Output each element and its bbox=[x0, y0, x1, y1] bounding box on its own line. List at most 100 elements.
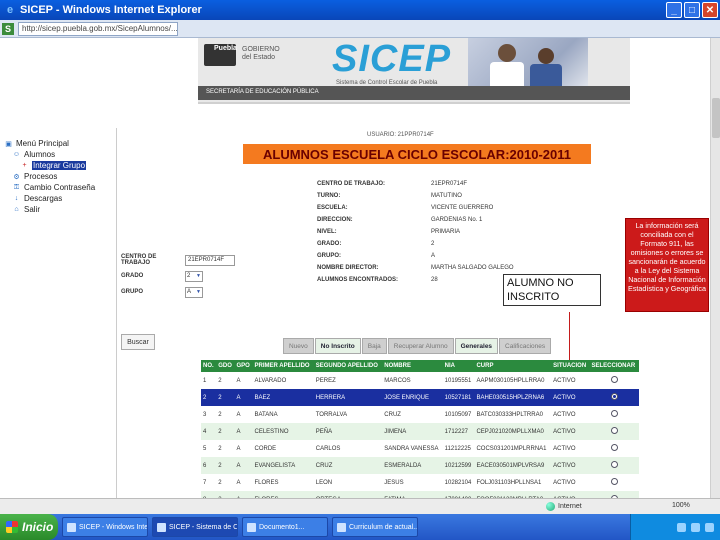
start-button[interactable]: Inicio bbox=[0, 514, 58, 540]
table-cell: FLORES bbox=[252, 474, 314, 491]
table-cell: MARCOS bbox=[382, 372, 443, 389]
zoom-control[interactable]: 100% bbox=[672, 502, 690, 509]
table-cell: ACTIVO bbox=[551, 474, 590, 491]
select-cell bbox=[589, 440, 639, 457]
select-radio[interactable] bbox=[610, 410, 618, 417]
secretaria-strip: SECRETARÍA DE EDUCACIÓN PÚBLICA bbox=[198, 86, 630, 100]
table-cell: A bbox=[234, 406, 253, 423]
select-radio[interactable] bbox=[610, 376, 618, 383]
table-cell: 10105097 bbox=[442, 406, 475, 423]
table-cell: HERRERA bbox=[313, 389, 383, 406]
zone-indicator: Internet bbox=[546, 502, 582, 511]
select-radio[interactable] bbox=[610, 444, 618, 451]
menu-item[interactable]: ☺ Alumnos bbox=[4, 149, 114, 160]
table-row[interactable]: 7 2 A FLORES LEON JESUS 10282104 FOLJ031103HPLL… bbox=[201, 474, 639, 491]
table-row[interactable]: 4 2 A CELESTINO PEÑA JIMENA 1712227 CEPJ021020M… bbox=[201, 423, 639, 440]
select-cell bbox=[589, 423, 639, 440]
menu-item[interactable]: ▣ Menú Principal bbox=[4, 138, 114, 149]
vertical-scrollbar[interactable] bbox=[710, 38, 720, 514]
app-logo: SICEP bbox=[332, 38, 452, 80]
url-field[interactable]: http://sicep.puebla.gob.mx/SicepAlumnos/… bbox=[18, 21, 178, 36]
taskbar-item[interactable]: SICEP - Sistema de Con... bbox=[152, 517, 238, 537]
select-radio[interactable] bbox=[610, 461, 618, 468]
table-row[interactable]: 1 2 A ALVARADO PEREZ MARCOS 10195551 AAPM030105… bbox=[201, 372, 639, 389]
menu-item[interactable]: ⚙ Procesos bbox=[4, 171, 114, 182]
menu-item-label: Descargas bbox=[24, 194, 63, 203]
taskbar-item[interactable]: SICEP - Windows Inte... bbox=[62, 517, 148, 537]
window-icon bbox=[67, 522, 76, 532]
info-value: A bbox=[431, 253, 436, 259]
tab[interactable]: Baja bbox=[361, 338, 387, 354]
taskbar-item[interactable]: Curriculum de actual... bbox=[332, 517, 418, 537]
centro-input[interactable]: 21EPR0714F bbox=[185, 254, 235, 266]
close-button[interactable]: ✕ bbox=[702, 2, 718, 18]
maximize-button[interactable]: □ bbox=[684, 2, 700, 18]
menu-item-label: Alumnos bbox=[24, 150, 56, 159]
info-key: DIRECCION: bbox=[317, 217, 353, 223]
window-title-bar[interactable]: e SICEP - Windows Internet Explorer _ □ … bbox=[0, 0, 720, 20]
table-row[interactable]: 6 2 A EVANGELISTA CRUZ ESMERALDA 10212599 EACE0… bbox=[201, 457, 639, 474]
grupo-value: A bbox=[187, 289, 192, 295]
minimize-button[interactable]: _ bbox=[666, 2, 682, 18]
tab[interactable]: Nuevo bbox=[283, 338, 314, 354]
school-info: CENTRO DE TRABAJO: 21EPR0714F TURNO: MATUTI… bbox=[317, 178, 617, 286]
grado-select[interactable]: 2 ▼ bbox=[185, 270, 203, 282]
select-radio[interactable] bbox=[610, 427, 618, 434]
column-header: CURP bbox=[474, 360, 552, 372]
users-icon: ☺ bbox=[12, 151, 21, 158]
menu-item[interactable]: + Integrar Grupo bbox=[4, 160, 114, 171]
tray-icon[interactable] bbox=[705, 522, 714, 532]
table-cell: TORRALVA bbox=[313, 406, 383, 423]
table-cell: ACTIVO bbox=[551, 389, 590, 406]
table-row[interactable]: 5 2 A CORDE CARLOS SANDRA VANESSA 11212225 COCS… bbox=[201, 440, 639, 457]
info-key: TURNO: bbox=[317, 193, 341, 199]
tab[interactable]: Generales bbox=[454, 338, 499, 354]
info-row: GRADO: 2 bbox=[317, 238, 617, 250]
info-key: NOMBRE DIRECTOR: bbox=[317, 265, 379, 271]
table-row[interactable]: 2 2 A BAEZ HERRERA JOSE ENRIQUE 10527181 BAHE03… bbox=[201, 389, 639, 406]
table-row[interactable]: 3 2 A BATANA TORRALVA CRUZ 10105097 BATC030333H… bbox=[201, 406, 639, 423]
info-value: 28 bbox=[431, 277, 438, 283]
tray-icon[interactable] bbox=[691, 522, 700, 532]
tray-icon[interactable] bbox=[677, 522, 686, 532]
table-cell: 5 bbox=[201, 440, 217, 457]
info-key: ALUMNOS ENCONTRADOS: bbox=[317, 277, 398, 283]
menu-item[interactable]: ⌂ Salir bbox=[4, 204, 114, 215]
select-cell bbox=[589, 389, 639, 406]
info-key: GRADO: bbox=[317, 241, 342, 247]
taskbar-item-label: Curriculum de actual... bbox=[349, 523, 418, 531]
plus-icon: + bbox=[22, 162, 27, 169]
grupo-select[interactable]: A ▼ bbox=[185, 286, 203, 298]
select-radio[interactable] bbox=[610, 393, 618, 400]
menu-item-label: Integrar Grupo bbox=[32, 161, 87, 170]
info-value: VICENTE GUERRERO bbox=[431, 205, 494, 211]
scroll-thumb[interactable] bbox=[712, 98, 720, 138]
tab[interactable]: Recuperar Alumno bbox=[387, 338, 454, 354]
menu-item-label: Salir bbox=[24, 205, 41, 214]
column-header: GPO bbox=[234, 360, 253, 372]
table-cell: A bbox=[234, 474, 253, 491]
user-line: USUARIO: 21PPR0714F bbox=[367, 132, 434, 138]
table-cell: ACTIVO bbox=[551, 423, 590, 440]
select-radio[interactable] bbox=[610, 478, 618, 485]
table-cell: FOLJ031103HPLLNSA1 bbox=[474, 474, 552, 491]
zone-label: Internet bbox=[558, 503, 582, 510]
table-cell: 4 bbox=[201, 423, 217, 440]
table-cell: PEÑA bbox=[313, 423, 383, 440]
menu-item[interactable]: ⚿ Cambio Contraseña bbox=[4, 182, 114, 193]
tab[interactable]: No Inscrito bbox=[314, 338, 361, 354]
menu-item-label: Cambio Contraseña bbox=[24, 183, 96, 192]
select-cell bbox=[589, 457, 639, 474]
column-header: SITUACION bbox=[551, 360, 590, 372]
taskbar-item[interactable]: Documento1... bbox=[242, 517, 328, 537]
menu-item[interactable]: ↓ Descargas bbox=[4, 193, 114, 204]
search-button[interactable]: Buscar bbox=[121, 334, 155, 350]
tab[interactable]: Calificaciones bbox=[499, 338, 552, 354]
table-cell: ACTIVO bbox=[551, 372, 590, 389]
table-cell: 10212599 bbox=[442, 457, 475, 474]
table-cell: AAPM030105HPLLRRA0 bbox=[474, 372, 552, 389]
ie-icon: e bbox=[6, 4, 14, 16]
table-cell: CRUZ bbox=[313, 457, 383, 474]
info-row: NOMBRE DIRECTOR: MARTHA SALGADO GALEGO bbox=[317, 262, 617, 274]
left-menu: ▣ Menú Principal ☺ Alumnos + Integrar Grupo ⚙ P… bbox=[4, 138, 114, 215]
